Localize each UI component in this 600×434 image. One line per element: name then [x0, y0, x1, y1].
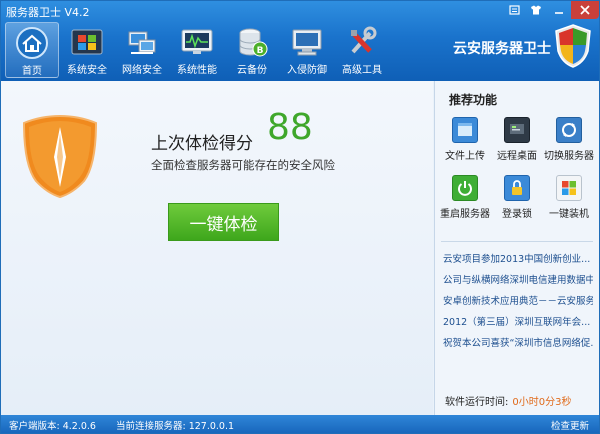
computer-icon	[289, 24, 325, 60]
news-item[interactable]: 安卓创新技术应用典范－－云安服务...	[443, 293, 593, 314]
lock-icon	[504, 175, 530, 201]
tool-one-click-install[interactable]: 一键装机	[543, 175, 595, 233]
nav-intrusion-defense[interactable]: 入侵防御	[280, 22, 334, 78]
database-icon: B	[234, 24, 270, 60]
remote-desktop-icon	[504, 117, 530, 143]
security-shield-icon	[22, 114, 98, 199]
brand-shield-icon	[555, 24, 591, 68]
app-window: 服务器卫士 V4.2 首页 系统安全 网络安全 系统性能 B 云备份 入侵防御 …	[0, 0, 600, 434]
close-icon	[580, 5, 590, 15]
main-panel: 上次体检得分 88 全面检查服务器可能存在的安全风险 一键体检	[1, 81, 433, 415]
status-bar: 客户端版本: 4.2.0.6 当前连接服务器: 127.0.0.1 检查更新	[1, 415, 599, 433]
file-upload-icon	[452, 117, 478, 143]
news-item[interactable]: 云安项目参加2013中国创新创业...	[443, 251, 593, 272]
recommend-panel: 推荐功能 文件上传 远程桌面 切换服务器 重启服务器 登录锁 一键装机 云安项目…	[434, 81, 599, 415]
power-icon	[452, 175, 478, 201]
tool-restart-server[interactable]: 重启服务器	[439, 175, 491, 233]
window-title: 服务器卫士 V4.2	[6, 6, 90, 19]
check-update-link[interactable]: 检查更新	[551, 418, 589, 432]
score-value: 88	[267, 107, 313, 148]
one-click-scan-button[interactable]: 一键体检	[168, 203, 279, 241]
list-icon	[508, 5, 520, 15]
tool-label: 切换服务器	[544, 151, 594, 162]
nav-label: 入侵防御	[287, 65, 327, 76]
windows-logo-icon	[556, 175, 582, 201]
divider	[441, 241, 593, 242]
news-item[interactable]: 2012（第三届）深圳互联网年会...	[443, 314, 593, 335]
main-nav: 首页 系统安全 网络安全 系统性能 B 云备份 入侵防御 高级工具	[5, 22, 390, 78]
switch-server-icon	[556, 117, 582, 143]
close-button[interactable]	[571, 1, 599, 19]
tool-file-upload[interactable]: 文件上传	[439, 117, 491, 175]
brand-name: 云安服务器卫士	[453, 41, 551, 57]
nav-label: 高级工具	[342, 65, 382, 76]
nav-cloud-backup[interactable]: B 云备份	[225, 22, 279, 78]
minimize-icon	[555, 12, 563, 14]
tool-label: 文件上传	[445, 151, 485, 162]
runtime-value: 0小时0分3秒	[512, 397, 572, 408]
nav-label: 首页	[22, 66, 42, 77]
nav-label: 系统安全	[67, 65, 107, 76]
nav-label: 网络安全	[122, 65, 162, 76]
nav-label: 云备份	[237, 65, 267, 76]
tool-login-lock[interactable]: 登录锁	[491, 175, 543, 233]
runtime-label: 软件运行时间:	[445, 397, 509, 408]
tools-icon	[344, 24, 380, 60]
news-list: 云安项目参加2013中国创新创业... 公司与纵横网络深圳电信建用数据中... …	[443, 251, 593, 356]
menu-button[interactable]	[503, 1, 525, 19]
score-title: 上次体检得分	[151, 134, 253, 154]
client-version: 客户端版本: 4.2.0.6	[9, 421, 96, 432]
monitor-icon	[179, 24, 215, 60]
score-description: 全面检查服务器可能存在的安全风险	[151, 158, 335, 172]
recommend-title: 推荐功能	[449, 93, 498, 107]
nav-advanced-tools[interactable]: 高级工具	[335, 22, 389, 78]
status-info: 客户端版本: 4.2.0.6 当前连接服务器: 127.0.0.1	[9, 418, 234, 432]
news-item[interactable]: 公司与纵横网络深圳电信建用数据中...	[443, 272, 593, 293]
network-icon	[124, 24, 160, 60]
home-icon	[14, 25, 50, 61]
window-controls	[503, 1, 599, 19]
header: 服务器卫士 V4.2 首页 系统安全 网络安全 系统性能 B 云备份 入侵防御 …	[1, 1, 599, 81]
tool-switch-server[interactable]: 切换服务器	[543, 117, 595, 175]
news-item[interactable]: 祝贺本公司喜获“深圳市信息网络促...	[443, 335, 593, 356]
tool-label: 重启服务器	[440, 209, 490, 220]
nav-home[interactable]: 首页	[5, 22, 59, 78]
minimize-button[interactable]	[547, 1, 571, 19]
nav-system-performance[interactable]: 系统性能	[170, 22, 224, 78]
nav-system-security[interactable]: 系统安全	[60, 22, 114, 78]
skin-button[interactable]	[525, 1, 547, 19]
connected-server: 当前连接服务器: 127.0.0.1	[115, 421, 235, 432]
tool-label: 一键装机	[549, 209, 589, 220]
nav-network-security[interactable]: 网络安全	[115, 22, 169, 78]
tool-remote-desktop[interactable]: 远程桌面	[491, 117, 543, 175]
runtime: 软件运行时间: 0小时0分3秒	[445, 393, 571, 408]
recommend-tools: 文件上传 远程桌面 切换服务器 重启服务器 登录锁 一键装机	[439, 117, 599, 233]
title-bar[interactable]: 服务器卫士 V4.2	[1, 1, 599, 21]
shirt-icon	[531, 5, 541, 15]
tool-label: 远程桌面	[497, 151, 537, 162]
tool-label: 登录锁	[502, 209, 532, 220]
nav-label: 系统性能	[177, 65, 217, 76]
windows-icon	[69, 24, 105, 60]
svg-text:B: B	[257, 46, 264, 56]
